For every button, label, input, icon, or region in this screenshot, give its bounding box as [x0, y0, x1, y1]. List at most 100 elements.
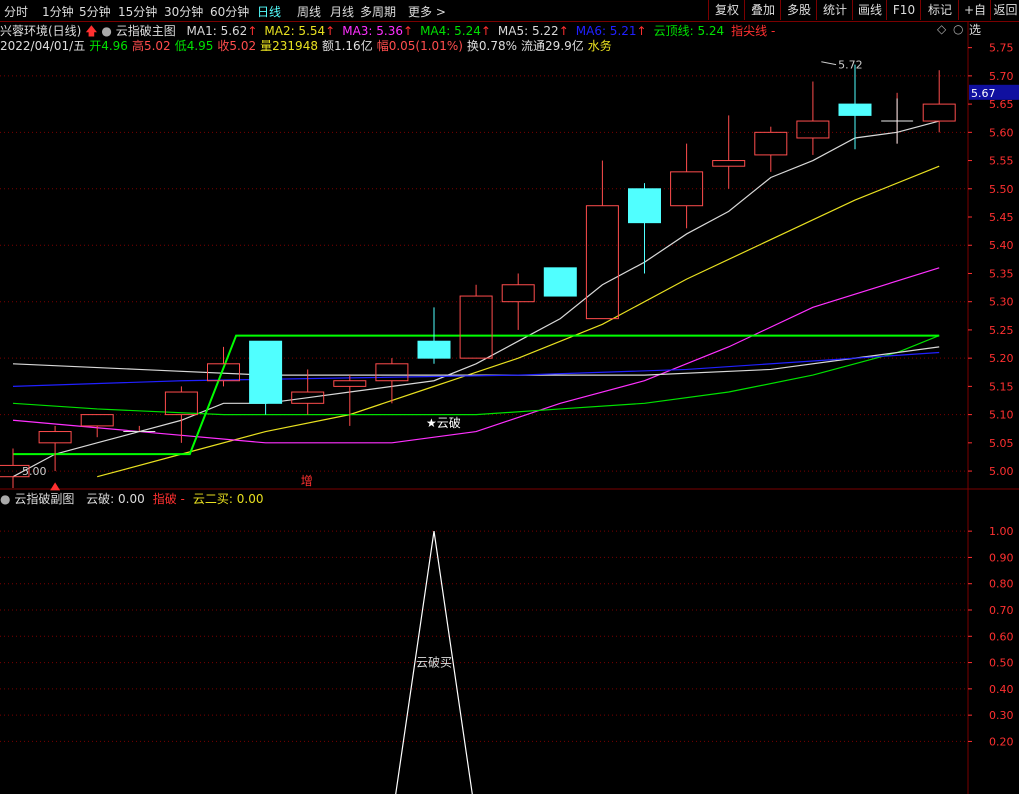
max-price-label: 5.72: [838, 59, 863, 72]
ma-value-2: MA3: 5.36: [342, 24, 403, 38]
sub-y-tick-label: 0.30: [989, 709, 1014, 722]
toolbar-button-8[interactable]: 返回: [990, 0, 1019, 20]
sub-value-0: 云破: 0.00: [86, 492, 145, 506]
period-tab-7[interactable]: 周线: [297, 3, 321, 20]
y-tick-label: 5.10: [989, 409, 1014, 422]
indicator-name[interactable]: 云指破主图: [116, 24, 176, 38]
toolbar-button-4[interactable]: 画线: [852, 0, 887, 20]
period-tab-1[interactable]: 1分钟: [42, 3, 74, 20]
candle-body: [754, 131, 788, 156]
candle-body: [459, 295, 493, 359]
period-tab-4[interactable]: 30分钟: [164, 3, 203, 20]
candle-body: [164, 391, 198, 416]
y-tick-label: 5.40: [989, 239, 1014, 252]
candle-body: [333, 380, 367, 387]
candle-body: [38, 431, 72, 444]
sub-y-tick-label: 0.50: [989, 657, 1014, 670]
y-tick-label: 5.75: [989, 42, 1014, 55]
stock-name[interactable]: 兴蓉环境(日线): [0, 24, 81, 38]
settings-circle-icon[interactable]: ●: [0, 492, 10, 506]
candle-body: [80, 414, 114, 427]
cloud-buy-label: 云破买: [416, 655, 452, 670]
current-price-label: 5.67: [971, 87, 996, 100]
y-tick-label: 5.15: [989, 380, 1014, 393]
y-tick-label: 5.20: [989, 352, 1014, 365]
sub-value-1: 指破 -: [152, 492, 185, 506]
info-10: 水务: [587, 39, 612, 53]
info-5: 量231948: [260, 39, 318, 53]
period-tab-5[interactable]: 60分钟: [210, 3, 249, 20]
candle-body: [249, 340, 283, 404]
ma-value-5: MA6: 5.21: [575, 24, 637, 38]
y-tick-label: 5.60: [989, 126, 1014, 139]
up-arrow-icon: ↑: [325, 24, 336, 38]
min-price-label: 5.00: [22, 465, 47, 478]
series-MA5: [12, 346, 940, 376]
candle-body: [712, 160, 746, 167]
period-tab-3[interactable]: 15分钟: [118, 3, 157, 20]
candle-body: [670, 171, 704, 207]
ma-value-3: MA4: 5.24: [420, 24, 481, 38]
sub-y-tick-label: 1.00: [989, 525, 1014, 538]
circle-icon[interactable]: ○: [953, 22, 963, 36]
candle-body: [838, 103, 872, 116]
toolbar-button-1[interactable]: 叠加: [744, 0, 781, 20]
sub-y-tick-label: 0.60: [989, 630, 1014, 643]
candle-body: [585, 205, 619, 320]
info-4: 收5.02: [217, 39, 257, 53]
cloud-break-label: ★云破: [426, 415, 461, 430]
period-tab-0[interactable]: 分时: [4, 3, 28, 20]
sub-indicator-name[interactable]: 云指破副图: [14, 492, 74, 506]
sub-value-2: 云二买: 0.00: [192, 492, 264, 506]
period-tab-8[interactable]: 月线: [330, 3, 354, 20]
ma-value-4: MA5: 5.22: [497, 24, 559, 38]
sub-values: 云破: 0.00 指破 - 云二买: 0.00: [78, 492, 263, 506]
info-1: 开4.96: [89, 39, 128, 53]
period-tab-2[interactable]: 5分钟: [79, 3, 111, 20]
series-云顶线: [13, 334, 940, 456]
candle-body: [628, 188, 661, 224]
toolbar-button-2[interactable]: 多股: [780, 0, 817, 20]
up-arrow-icon: ↑: [636, 24, 647, 38]
y-tick-label: 5.65: [989, 98, 1014, 111]
info-8: 换0.78%: [466, 39, 518, 53]
toolbar-button-0[interactable]: 复权: [708, 0, 745, 20]
candle-body: [375, 363, 409, 382]
candle-body: [922, 103, 956, 122]
settings-circle-icon[interactable]: ●: [101, 24, 111, 38]
up-arrow-icon: ↑: [480, 24, 491, 38]
info-2: 高5.02: [131, 39, 171, 53]
y-tick-label: 5.70: [989, 70, 1014, 83]
header-line-2: 2022/04/01/五 开4.96 高5.02 低4.95 收5.02 量231948 额…: [0, 37, 616, 54]
toolbar-button-5[interactable]: F10: [886, 0, 921, 20]
period-tab-10[interactable]: 更多 >: [408, 3, 446, 20]
period-tab-6[interactable]: 日线: [257, 3, 281, 20]
candle-body: [796, 120, 830, 139]
sub-header: ● 云指破副图 云破: 0.00 指破 - 云二买: 0.00: [0, 490, 263, 507]
chart-canvas[interactable]: 5.00 5.05 5.10 5.15 5.20 5.25 5.30 5.35 5.40 5.45…: [0, 0, 1019, 794]
toolbar-button-6[interactable]: 标记: [920, 0, 959, 20]
ma-value-1: MA2: 5.54: [264, 24, 326, 38]
series-MA1: [12, 120, 940, 478]
zeng-label: 增: [301, 474, 313, 488]
ma-value-0: MA1: 5.62: [186, 24, 248, 38]
sub-y-tick-label: 0.90: [989, 551, 1014, 564]
y-tick-label: 5.30: [989, 296, 1014, 309]
y-tick-label: 5.00: [989, 465, 1014, 478]
ma-value-6: 云顶线: 5.24: [653, 24, 725, 38]
candle-body: [501, 284, 535, 303]
toolbar-button-7[interactable]: +自选: [958, 0, 991, 37]
ma-value-7: 指尖线 -: [731, 24, 776, 38]
y-tick-label: 5.25: [989, 324, 1014, 337]
candle-body: [417, 340, 451, 359]
ma-values: MA1: 5.62↑ MA2: 5.54↑ MA3: 5.36↑ MA4: 5.24↑…: [180, 24, 776, 38]
info-6: 额1.16亿: [321, 39, 373, 53]
info-9: 流通29.9亿: [521, 39, 584, 53]
period-toolbar: 分时 1分钟 5分钟 15分钟 30分钟 60分钟 日线 周线 月线 多周期 更多 > 复权 叠加 多股统…: [0, 0, 1019, 37]
toolbar-button-3[interactable]: 统计: [816, 0, 853, 20]
sub-y-tick-label: 0.80: [989, 578, 1014, 591]
max-pointer: [821, 61, 837, 66]
period-tab-9[interactable]: 多周期: [360, 3, 396, 20]
y-tick-label: 5.45: [989, 211, 1014, 224]
diamond-icon[interactable]: ◇: [937, 22, 946, 36]
